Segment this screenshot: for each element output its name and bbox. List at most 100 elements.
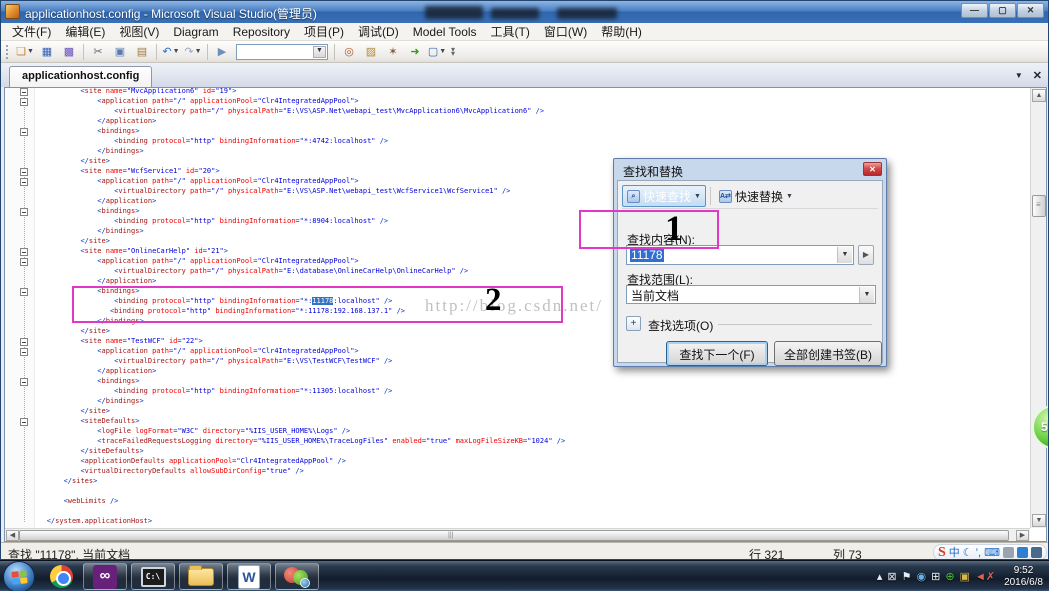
- sogou-logo-icon[interactable]: S: [938, 545, 946, 559]
- solution-explorer-button[interactable]: ▨: [361, 43, 381, 61]
- scroll-left-arrow[interactable]: ◀: [6, 530, 19, 541]
- cut-button[interactable]: ✂: [88, 43, 108, 61]
- code-line: <application path="/" applicationPool="C…: [97, 347, 359, 355]
- horizontal-scroll-thumb[interactable]: [19, 530, 1009, 541]
- code-line: </site>: [80, 407, 110, 415]
- tab-applicationhost-config[interactable]: applicationhost.config: [9, 66, 153, 87]
- copy-button[interactable]: ▣: [110, 43, 130, 61]
- chevron-down-icon[interactable]: ▼: [859, 287, 874, 303]
- menu-item[interactable]: 文件(F): [5, 22, 58, 41]
- start-button[interactable]: [3, 560, 35, 591]
- solution-configurations-combobox[interactable]: ▼: [236, 43, 328, 60]
- status-line-number: 行 321: [749, 548, 785, 560]
- document-list-dropdown-icon[interactable]: ▼: [1015, 69, 1023, 82]
- volume-muted-icon[interactable]: ◄✗: [975, 570, 995, 583]
- quick-find-icon: ⌕: [627, 189, 640, 203]
- close-document-icon[interactable]: ✕: [1033, 69, 1042, 82]
- undo-button[interactable]: ↶ ▼: [161, 43, 181, 61]
- dialog-close-icon[interactable]: ✕: [863, 162, 882, 176]
- toolbar-overflow-icon[interactable]: ▾ ▾: [448, 43, 458, 61]
- person-icon[interactable]: [1003, 547, 1014, 558]
- hidden-icons-chevron[interactable]: ▴: [877, 570, 883, 583]
- scroll-down-arrow[interactable]: ▼: [1032, 514, 1046, 527]
- scroll-right-arrow[interactable]: ▶: [1016, 530, 1029, 541]
- soft-keyboard-icon[interactable]: ⌨: [984, 546, 1000, 560]
- globe-app-taskbar-button[interactable]: [275, 563, 319, 590]
- chevron-down-icon[interactable]: ▼: [173, 48, 180, 55]
- vertical-scrollbar[interactable]: ▲ ▼: [1030, 88, 1046, 528]
- properties-tools-button[interactable]: ✶: [383, 43, 403, 61]
- toolbox-wrench-icon[interactable]: [1031, 547, 1042, 558]
- code-line: <application path="/" applicationPool="C…: [97, 257, 359, 265]
- chevron-down-icon[interactable]: ▼: [27, 48, 34, 55]
- punctuation-icon[interactable]: ’,: [976, 546, 982, 560]
- bookmark-all-button[interactable]: 全部创建书签(B): [774, 341, 882, 366]
- chevron-down-icon[interactable]: ▼: [837, 247, 852, 263]
- menu-item[interactable]: 编辑(E): [58, 22, 112, 41]
- quick-find-button[interactable]: ⌕ 快速查找 ▼: [622, 185, 706, 207]
- save-all-button[interactable]: ▩: [59, 43, 79, 61]
- tray-clock[interactable]: 9:52 2016/6/8: [1004, 565, 1047, 589]
- visual-studio-taskbar-button[interactable]: ∞: [83, 563, 127, 590]
- vertical-scroll-thumb[interactable]: [1032, 195, 1046, 217]
- horizontal-scrollbar[interactable]: ◀ ▶: [5, 528, 1030, 541]
- display-warning-icon[interactable]: ▣: [960, 570, 970, 583]
- menu-item[interactable]: Repository: [226, 24, 297, 40]
- find-options-expander-icon[interactable]: +: [626, 316, 641, 331]
- scroll-up-arrow[interactable]: ▲: [1032, 89, 1046, 102]
- chevron-down-icon[interactable]: ▼: [694, 193, 701, 200]
- redo-button[interactable]: ↷ ▼: [183, 43, 203, 61]
- find-expression-button[interactable]: ▶: [858, 245, 874, 265]
- command-prompt-taskbar-button[interactable]: C:\: [131, 563, 175, 590]
- dialog-title[interactable]: 查找和替换: [617, 161, 883, 180]
- find-in-files-button[interactable]: ◎: [339, 43, 359, 61]
- menu-item[interactable]: 工具(T): [484, 22, 537, 41]
- menu-item[interactable]: Model Tools: [406, 24, 484, 40]
- chrome-logo-icon: [49, 565, 73, 588]
- minimize-button[interactable]: —: [961, 3, 988, 18]
- chevron-down-icon[interactable]: ▼: [195, 48, 202, 55]
- code-line: <bindings>: [97, 127, 140, 135]
- new-item-button[interactable]: ❏ ▼: [15, 43, 35, 61]
- skin-icon[interactable]: [1017, 547, 1028, 558]
- menu-item[interactable]: 调试(D): [351, 22, 406, 41]
- menu-item[interactable]: 项目(P): [297, 22, 351, 41]
- save-button[interactable]: ▦: [37, 43, 57, 61]
- menu-item[interactable]: 窗口(W): [537, 22, 594, 41]
- toolbar-grip[interactable]: [6, 44, 11, 59]
- navigate-button[interactable]: ➜: [405, 43, 425, 61]
- code-line: </application>: [97, 277, 157, 285]
- action-center-flag-icon[interactable]: ⚑: [902, 570, 912, 583]
- chrome-icon[interactable]: [41, 563, 81, 590]
- look-in-combobox[interactable]: 当前文档 ▼: [626, 285, 876, 304]
- safety-blue-icon[interactable]: ◉: [917, 570, 927, 583]
- annotation-number-1: 1: [665, 208, 683, 248]
- start-debug-button[interactable]: ▶: [212, 43, 232, 61]
- chevron-down-icon[interactable]: ▼: [439, 48, 446, 55]
- command-window-button[interactable]: ▢ ▼: [427, 43, 447, 61]
- quick-replace-icon: A⇄: [718, 189, 732, 203]
- ime-windows-icon[interactable]: ⊞: [931, 570, 940, 583]
- menu-item[interactable]: 帮助(H): [594, 22, 649, 41]
- code-line: <webLimits />: [63, 497, 119, 505]
- chevron-down-icon[interactable]: ▼: [786, 193, 793, 200]
- undo-icon: ↶: [162, 46, 172, 58]
- fullmoon-mode-icon[interactable]: ☾: [963, 546, 973, 560]
- window-titlebar[interactable]: applicationhost.config - Microsoft Visua…: [1, 1, 1048, 23]
- green-shield-plus-icon[interactable]: ⊕: [945, 570, 954, 583]
- find-options-label[interactable]: 查找选项(O): [648, 317, 713, 334]
- menu-item[interactable]: Diagram: [166, 24, 225, 40]
- find-next-button[interactable]: 查找下一个(F): [666, 341, 768, 366]
- explorer-taskbar-button[interactable]: [179, 563, 223, 590]
- word-taskbar-button[interactable]: W: [227, 563, 271, 590]
- chinese-mode-icon[interactable]: 中: [949, 546, 960, 560]
- menu-item[interactable]: 视图(V): [112, 22, 166, 41]
- system-tray: ▴ ⊠ ⚑ ◉ ⊞ ⊕ ▣ ◄✗ 9:52 2016/6/8: [877, 561, 1047, 591]
- restore-button[interactable]: ▢: [989, 3, 1016, 18]
- network-error-icon[interactable]: ⊠: [887, 570, 896, 583]
- ime-toolbar: S 中 ☾’, ⌨: [932, 544, 1047, 560]
- quick-replace-button[interactable]: A⇄ 快速替换 ▼: [715, 185, 797, 207]
- paste-button[interactable]: ▤: [132, 43, 152, 61]
- chevron-down-icon[interactable]: ▼: [313, 45, 326, 58]
- close-button[interactable]: ✕: [1017, 3, 1044, 18]
